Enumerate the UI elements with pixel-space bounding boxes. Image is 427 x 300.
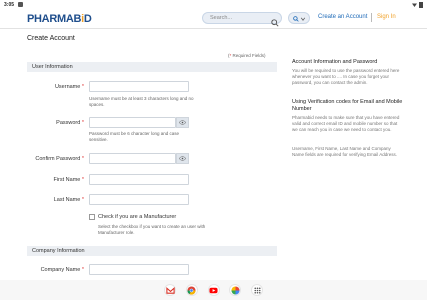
app-dock: [159, 280, 268, 300]
confirm-password-label: Confirm Password *: [24, 156, 84, 162]
user-information-heading: User Information: [27, 62, 277, 72]
create-account-link[interactable]: Create an Account: [318, 14, 367, 20]
password-label: Password *: [28, 120, 84, 126]
status-icons: [412, 2, 423, 8]
sign-in-link[interactable]: Sign In: [377, 14, 396, 20]
chevron-down-icon: [300, 9, 306, 27]
last-name-label-text: Last Name: [53, 197, 81, 203]
info-verification-text: Pharmabid needs to make sure that you ha…: [292, 115, 400, 132]
wifi-icon: [412, 3, 417, 7]
password-label-text: Password: [56, 120, 81, 126]
header-divider-line: [0, 28, 427, 29]
required-star: *: [81, 84, 84, 90]
required-star: *: [229, 53, 232, 58]
required-star: *: [81, 177, 84, 183]
info-account-title: Account Information and Password: [292, 59, 378, 65]
required-star: *: [81, 120, 84, 126]
app-drawer-icon[interactable]: [251, 284, 263, 296]
required-note-text: Required Fields): [232, 53, 266, 58]
info-required-text: Username, First Name, Last Name and Comp…: [292, 146, 398, 157]
last-name-field[interactable]: [89, 194, 189, 205]
manufacturer-help: Select the checkbox if you want to creat…: [98, 224, 206, 235]
required-star: *: [81, 197, 84, 203]
show-confirm-password-button[interactable]: [176, 153, 189, 164]
manufacturer-checkbox[interactable]: [89, 214, 95, 220]
show-password-button[interactable]: [176, 117, 189, 128]
password-help: Password must be 6 character long and ca…: [89, 131, 180, 142]
confirm-password-label-text: Confirm Password: [35, 156, 81, 162]
search-small-icon: [292, 9, 299, 27]
youtube-icon[interactable]: [207, 284, 220, 296]
password-field[interactable]: [89, 117, 176, 128]
company-name-label: Company Name *: [28, 267, 84, 273]
username-label: Username *: [28, 84, 84, 90]
required-star: *: [81, 267, 84, 273]
last-name-label: Last Name *: [28, 197, 84, 203]
page-title: Create Account: [27, 35, 75, 42]
username-help: Username must be at least 3 characters l…: [89, 96, 194, 107]
search-box[interactable]: Search...: [202, 12, 282, 27]
company-name-label-text: Company Name: [40, 267, 81, 273]
manufacturer-checkbox-label[interactable]: Check if you are a Manufacturer: [98, 214, 176, 220]
gmail-icon[interactable]: [164, 284, 176, 296]
search-input[interactable]: Search...: [210, 15, 232, 21]
site-header: PHARMABiD Search... Create an Account Si…: [0, 10, 427, 28]
chrome-icon[interactable]: [185, 284, 198, 296]
photos-icon[interactable]: [229, 284, 242, 296]
eye-icon: [179, 120, 186, 125]
status-bar: 3:05: [0, 0, 427, 10]
info-account-text: You will be required to use the password…: [292, 68, 400, 85]
info-verification-title: Using Verification codes for Email and M…: [292, 99, 403, 112]
logo-text-main: PHARMAB: [27, 13, 82, 25]
company-name-field[interactable]: [89, 264, 189, 275]
first-name-label-text: First Name: [53, 177, 81, 183]
battery-icon: [419, 2, 423, 8]
username-field[interactable]: [89, 81, 189, 92]
pharmabid-logo[interactable]: PHARMABiD: [27, 13, 92, 25]
status-time: 3:05: [4, 2, 15, 8]
header-divider: [371, 13, 372, 22]
first-name-field[interactable]: [89, 174, 189, 185]
notification-icon: [18, 2, 23, 7]
confirm-password-field[interactable]: [89, 153, 176, 164]
search-filter-button[interactable]: [288, 12, 310, 24]
first-name-label: First Name *: [28, 177, 84, 183]
company-information-heading: Company Information: [27, 246, 277, 256]
required-star: *: [81, 156, 84, 162]
username-label-text: Username: [54, 84, 81, 90]
logo-text-end: D: [83, 13, 92, 25]
required-fields-note: (* Required Fields): [228, 53, 266, 58]
eye-icon: [179, 156, 186, 161]
search-icon[interactable]: [271, 14, 279, 27]
